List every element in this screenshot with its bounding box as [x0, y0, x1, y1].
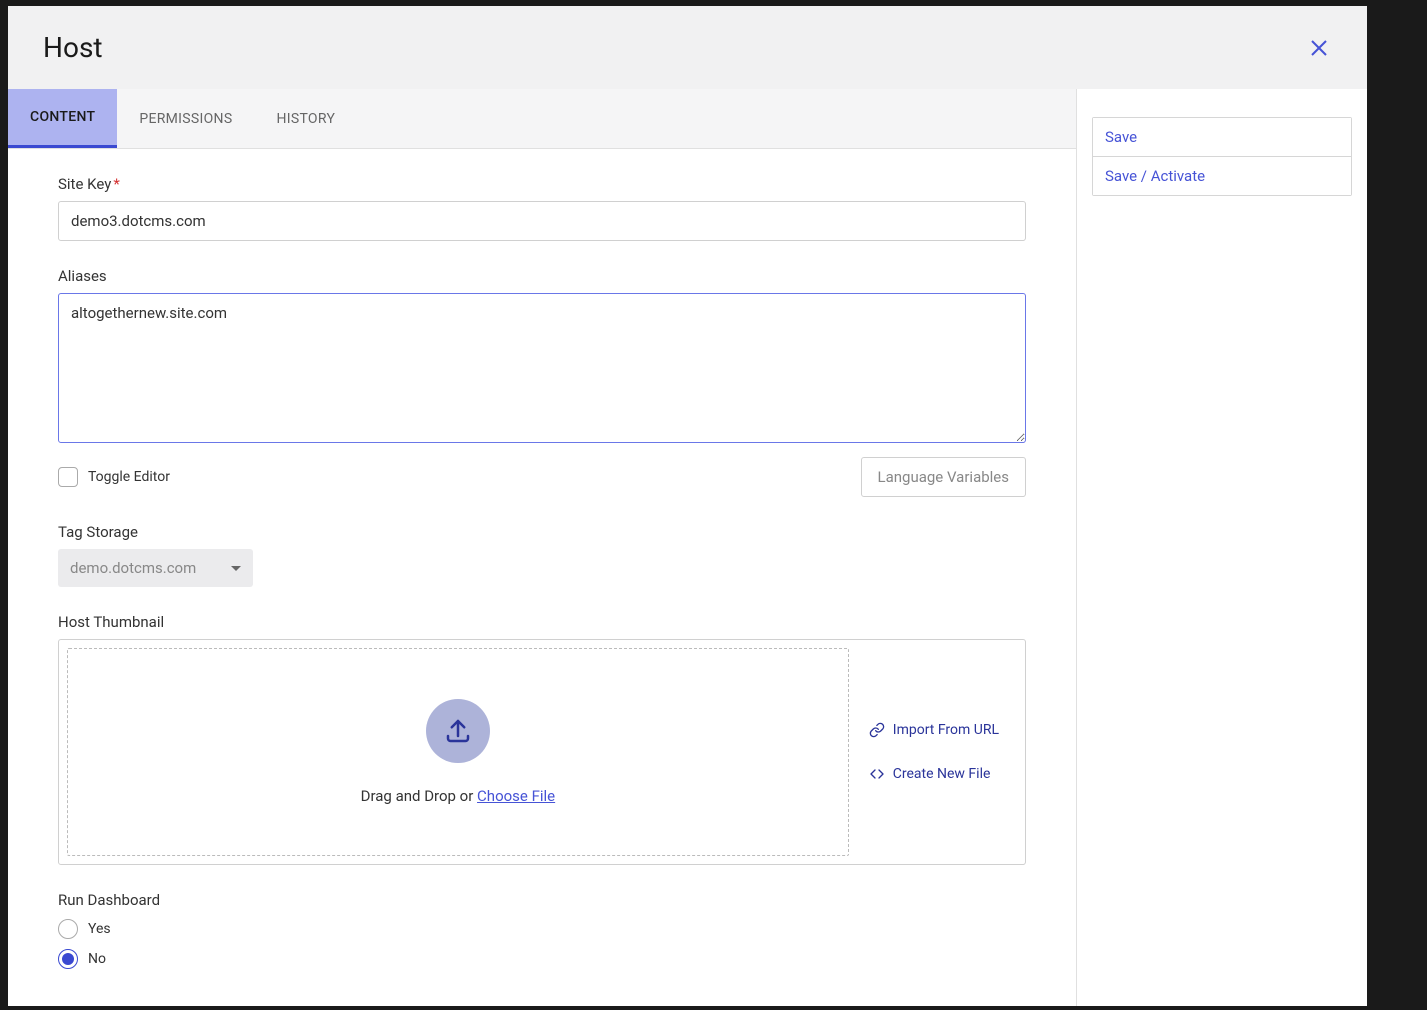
tab-permissions[interactable]: Permissions — [117, 89, 254, 148]
field-run-dashboard: Run Dashboard Yes No — [58, 891, 1026, 969]
host-modal: Host Content Permissions History Site Ke… — [8, 6, 1367, 1006]
thumbnail-actions: Import From URL Create New File — [869, 648, 1017, 856]
upload-icon — [443, 716, 473, 746]
action-list: Save Save / Activate — [1092, 117, 1352, 196]
choose-file-link[interactable]: Choose File — [477, 787, 555, 805]
save-button[interactable]: Save — [1093, 118, 1351, 156]
modal-body: Content Permissions History Site Key* Al… — [8, 89, 1367, 1006]
field-site-key: Site Key* — [58, 175, 1026, 241]
site-key-label: Site Key* — [58, 175, 1026, 193]
code-icon — [869, 766, 885, 782]
thumbnail-dropzone[interactable]: Drag and Drop or Choose File — [67, 648, 849, 856]
tabs: Content Permissions History — [8, 89, 1076, 149]
field-tag-storage: Tag Storage demo.dotcms.com — [58, 523, 1026, 587]
site-key-input[interactable] — [58, 201, 1026, 241]
toggle-editor-wrap[interactable]: Toggle Editor — [58, 467, 170, 487]
aliases-label: Aliases — [58, 267, 1026, 285]
close-icon — [1310, 39, 1328, 57]
tag-storage-select[interactable]: demo.dotcms.com — [58, 549, 253, 587]
field-aliases: Aliases Toggle Editor Language Variables — [58, 267, 1026, 497]
radio-yes[interactable] — [58, 919, 78, 939]
sidebar: Save Save / Activate — [1077, 89, 1367, 1006]
thumbnail-container: Drag and Drop or Choose File Import From… — [58, 639, 1026, 865]
aliases-controls: Toggle Editor Language Variables — [58, 457, 1026, 497]
chevron-down-icon — [231, 566, 241, 571]
run-dashboard-label: Run Dashboard — [58, 891, 1026, 909]
aliases-input[interactable] — [58, 293, 1026, 443]
run-dashboard-no[interactable]: No — [58, 949, 1026, 969]
import-from-url-button[interactable]: Import From URL — [869, 722, 999, 738]
run-dashboard-radios: Yes No — [58, 919, 1026, 969]
run-dashboard-yes[interactable]: Yes — [58, 919, 1026, 939]
main-content: Content Permissions History Site Key* Al… — [8, 89, 1077, 1006]
tab-history[interactable]: History — [254, 89, 357, 148]
modal-title: Host — [43, 31, 103, 64]
drop-text: Drag and Drop or Choose File — [361, 787, 556, 805]
upload-circle — [426, 699, 490, 763]
modal-header: Host — [8, 6, 1367, 89]
field-host-thumbnail: Host Thumbnail Drag and — [58, 613, 1026, 865]
form-area[interactable]: Site Key* Aliases Toggle Editor Language… — [8, 149, 1076, 1006]
toggle-editor-label: Toggle Editor — [88, 469, 170, 485]
close-button[interactable] — [1306, 35, 1332, 61]
link-icon — [869, 722, 885, 738]
toggle-editor-checkbox[interactable] — [58, 467, 78, 487]
host-thumbnail-label: Host Thumbnail — [58, 613, 1026, 631]
radio-no[interactable] — [58, 949, 78, 969]
save-activate-button[interactable]: Save / Activate — [1093, 156, 1351, 195]
required-indicator: * — [113, 175, 119, 193]
language-variables-button[interactable]: Language Variables — [861, 457, 1027, 497]
tag-storage-label: Tag Storage — [58, 523, 1026, 541]
tab-content[interactable]: Content — [8, 89, 117, 148]
tag-storage-value: demo.dotcms.com — [70, 559, 196, 577]
create-new-file-button[interactable]: Create New File — [869, 766, 999, 782]
